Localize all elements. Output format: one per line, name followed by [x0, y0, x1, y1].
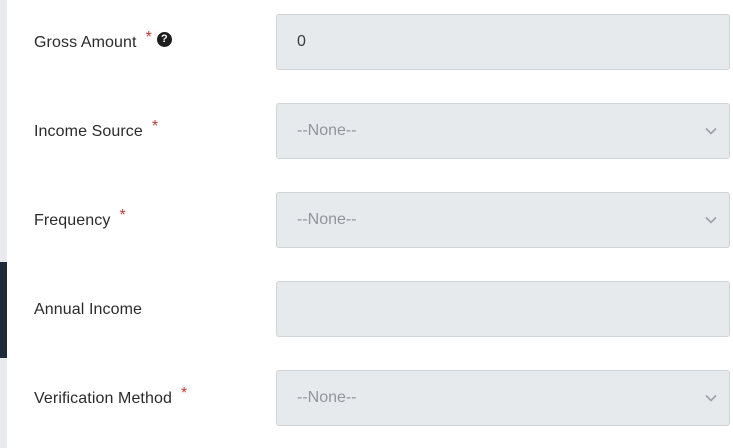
- gross-amount-label-group: Gross Amount * ?: [34, 14, 172, 72]
- verification-method-row: Verification Method * --None--: [0, 370, 733, 428]
- gross-amount-label: Gross Amount: [34, 34, 137, 51]
- chevron-down-icon: [705, 394, 717, 402]
- income-source-selected: --None--: [297, 122, 357, 139]
- frequency-select[interactable]: --None--: [276, 192, 730, 248]
- annual-income-row: Annual Income: [0, 281, 733, 339]
- income-source-row: Income Source * --None--: [0, 103, 733, 161]
- verification-method-label-group: Verification Method *: [34, 370, 187, 428]
- gross-amount-value: 0: [297, 33, 306, 50]
- verification-method-label: Verification Method: [34, 390, 172, 407]
- verification-method-select[interactable]: --None--: [276, 370, 730, 426]
- frequency-selected: --None--: [297, 211, 357, 228]
- gross-amount-input[interactable]: 0: [276, 14, 730, 70]
- frequency-label-group: Frequency *: [34, 192, 126, 250]
- required-marker: *: [151, 118, 159, 135]
- income-form: Gross Amount * ? 0 Income Source * --Non…: [0, 0, 733, 448]
- annual-income-label: Annual Income: [34, 301, 143, 318]
- required-marker: *: [180, 385, 188, 402]
- chevron-down-icon: [705, 216, 717, 224]
- income-source-label: Income Source: [34, 123, 143, 140]
- annual-income-input[interactable]: [276, 281, 730, 337]
- frequency-label: Frequency: [34, 212, 111, 229]
- gross-amount-row: Gross Amount * ? 0: [0, 14, 733, 72]
- frequency-row: Frequency * --None--: [0, 192, 733, 250]
- chevron-down-icon: [705, 127, 717, 135]
- required-marker: *: [145, 29, 152, 46]
- question-circle-icon[interactable]: ?: [156, 31, 172, 47]
- annual-income-label-group: Annual Income: [34, 281, 142, 339]
- verification-method-selected: --None--: [297, 389, 357, 406]
- income-source-select[interactable]: --None--: [276, 103, 730, 159]
- required-marker: *: [119, 207, 126, 224]
- income-source-label-group: Income Source *: [34, 103, 158, 161]
